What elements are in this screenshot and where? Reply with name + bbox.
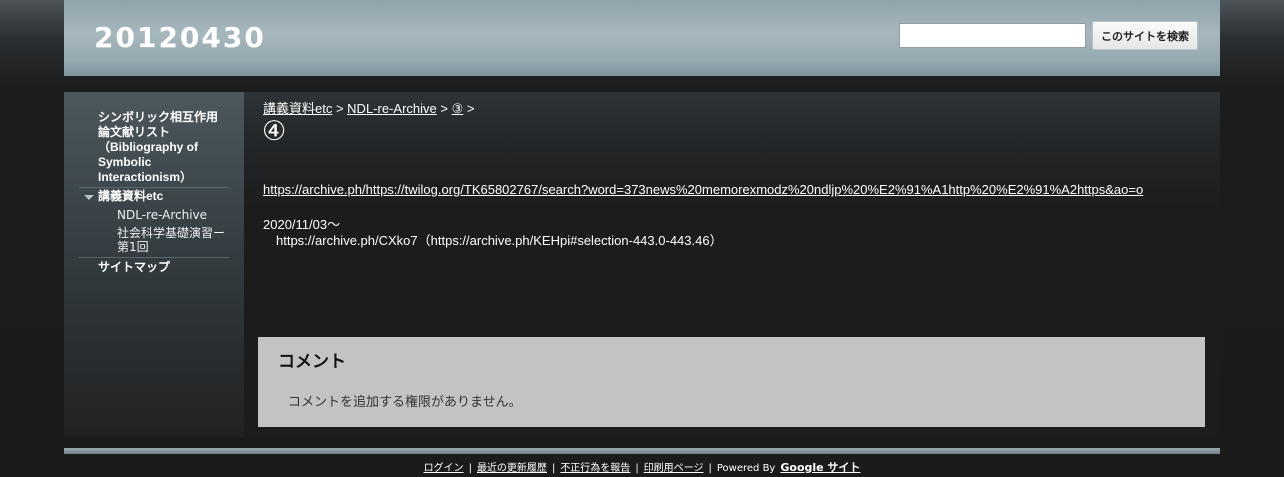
sidebar-item-sitemap[interactable]: サイトマップ (98, 260, 170, 275)
comments-heading: コメント (278, 352, 346, 372)
page-title: ④ (262, 116, 287, 147)
footer-separator: | (551, 463, 556, 474)
site-title[interactable]: 20120430 (94, 21, 266, 54)
search-input[interactable] (899, 23, 1086, 48)
footer-separator: | (468, 463, 472, 474)
breadcrumb-link-ndl[interactable]: NDL-re-Archive (347, 101, 437, 116)
search-button[interactable]: このサイトを検索 (1092, 21, 1198, 50)
footer-print-page-link[interactable]: 印刷用ページ (644, 463, 704, 474)
sidebar-divider (79, 187, 229, 188)
footer-powered-by: Powered By (716, 463, 776, 474)
footer-separator: | (708, 463, 712, 474)
footer-divider (64, 448, 1220, 454)
comments-section: コメント コメントを追加する権限がありません。 (258, 337, 1205, 427)
sidebar-item-bibliography[interactable]: シンボリック相互作用 論文献リスト （Bibliography of Symbo… (98, 110, 218, 185)
archive-link[interactable]: https://archive.ph/https://twilog.org/TK… (263, 182, 1143, 197)
breadcrumb-link-lecture[interactable]: 講義資料etc (263, 101, 332, 116)
sidebar: シンボリック相互作用 論文献リスト （Bibliography of Symbo… (64, 92, 244, 437)
sidebar-item-lecture[interactable]: 講義資料etc (98, 189, 163, 204)
footer-login-link[interactable]: ログイン (424, 463, 464, 474)
breadcrumb-separator: > (463, 101, 475, 116)
footer-google-sites-link[interactable]: Google サイト (780, 461, 860, 474)
site-header: 20120430 このサイトを検索 (64, 0, 1220, 76)
footer: ログイン | 最近の更新履歴 | 不正行為を報告 | 印刷用ページ | Powered By Go… (64, 459, 1220, 475)
sidebar-subitem-ndl[interactable]: NDL-re-Archive (117, 208, 207, 222)
breadcrumb: 講義資料etc > NDL-re-Archive > ③ > (263, 98, 474, 117)
sidebar-subitem-social-science[interactable]: 社会科学基礎演習ー 第1回 (117, 226, 225, 254)
breadcrumb-link-3[interactable]: ③ (452, 101, 464, 116)
footer-recent-activity-link[interactable]: 最近の更新履歴 (477, 463, 547, 474)
breadcrumb-separator: > (332, 101, 348, 116)
breadcrumb-separator: > (436, 101, 452, 116)
footer-report-abuse-link[interactable]: 不正行為を報告 (560, 463, 630, 474)
sidebar-divider (79, 257, 229, 258)
comments-permission-note: コメントを追加する権限がありません。 (288, 395, 522, 410)
archive-reference-text: https://archive.ph/CXko7（https://archive… (276, 233, 723, 248)
triangle-down-icon[interactable] (84, 195, 94, 200)
footer-separator: | (635, 463, 639, 474)
main-content: 講義資料etc > NDL-re-Archive > ③ > ④ https:/… (244, 92, 1220, 437)
